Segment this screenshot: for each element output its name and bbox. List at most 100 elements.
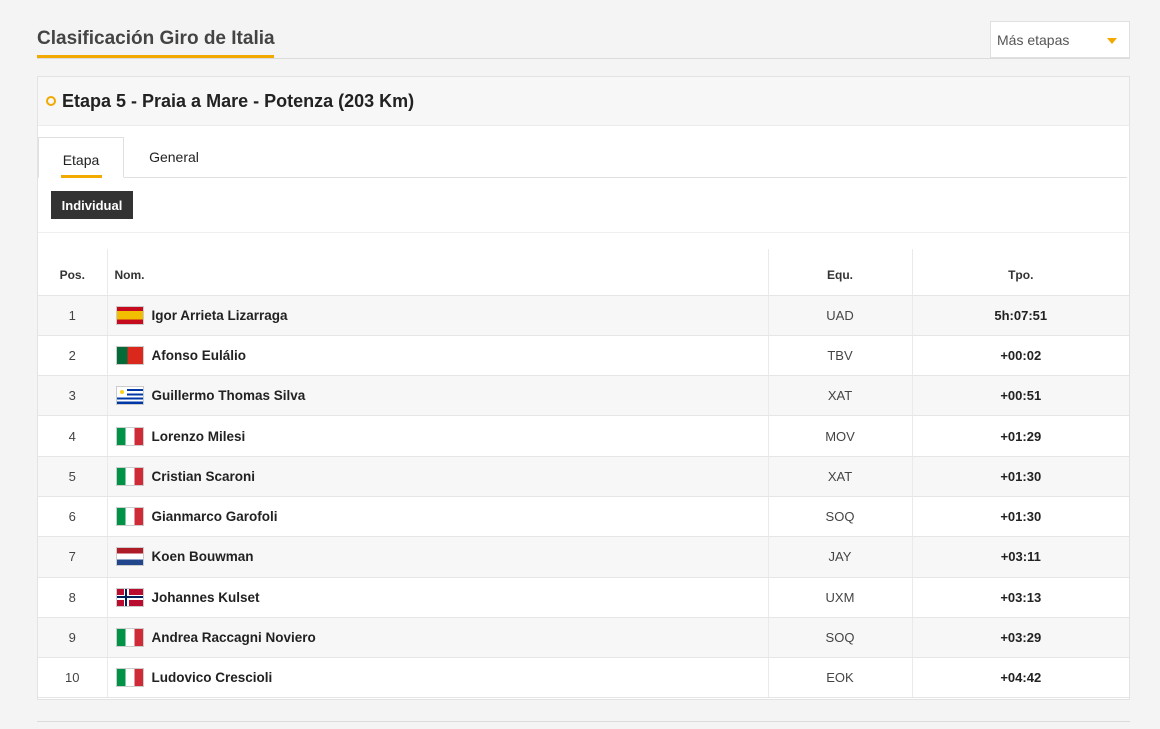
flag-it-icon — [115, 466, 144, 486]
rider-position: 2 — [38, 335, 108, 377]
rider-name[interactable]: Afonso Eulálio — [152, 348, 247, 363]
rider: Igor Arrieta Lizarraga — [115, 305, 768, 325]
rider-name[interactable]: Gianmarco Garofoli — [152, 509, 278, 524]
table-row: 6 Gianmarco Garofoli SOQ +01:30 — [38, 496, 1129, 538]
rider-name[interactable]: Andrea Raccagni Noviero — [152, 630, 316, 645]
rider-name[interactable]: Cristian Scaroni — [152, 469, 256, 484]
rider-position: 1 — [38, 295, 108, 336]
rider-cell: Ludovico Crescioli — [107, 657, 768, 699]
rider-time: +01:29 — [912, 415, 1129, 457]
team-code: SOQ — [767, 617, 913, 659]
table-row: 9 Andrea Raccagni Noviero SOQ +03:29 — [38, 617, 1129, 659]
flag-uy-icon — [115, 386, 144, 406]
chevron-down-icon — [1107, 38, 1117, 44]
individual-button[interactable]: Individual — [51, 191, 133, 219]
flag-it-icon — [115, 507, 144, 527]
rider: Cristian Scaroni — [115, 466, 768, 486]
rider-name[interactable]: Igor Arrieta Lizarraga — [152, 308, 288, 323]
flag-it-icon — [115, 668, 144, 688]
table-row: 3 Guillermo Thomas Silva XAT +00:51 — [38, 375, 1129, 417]
column-header-pos: Pos. — [38, 249, 108, 296]
header-divider — [37, 58, 1130, 59]
team-code: UAD — [767, 295, 913, 336]
rider-cell: Igor Arrieta Lizarraga — [107, 295, 768, 336]
flag-it-icon — [115, 426, 144, 446]
rider-position: 7 — [38, 536, 108, 578]
flag-nl-icon — [115, 547, 144, 567]
stage-select-label: Más etapas — [997, 32, 1070, 48]
rider-position: 4 — [38, 415, 108, 457]
rider-time: +03:11 — [912, 536, 1129, 578]
table-row: 4 Lorenzo Milesi MOV +01:29 — [38, 415, 1129, 457]
tab-general-label: General — [149, 149, 199, 165]
stage-header: Etapa 5 - Praia a Mare - Potenza (203 Km… — [38, 77, 1129, 126]
table-row: 1 Igor Arrieta Lizarraga UAD 5h:07:51 — [38, 295, 1129, 336]
rider-position: 5 — [38, 456, 108, 497]
team-code: EOK — [767, 657, 913, 699]
rider-cell: Cristian Scaroni — [107, 456, 768, 497]
rider-time: +00:51 — [912, 375, 1129, 417]
rider: Guillermo Thomas Silva — [115, 386, 768, 406]
rider-time: +04:42 — [912, 657, 1129, 699]
rider-name[interactable]: Ludovico Crescioli — [152, 670, 273, 685]
rider-cell: Lorenzo Milesi — [107, 415, 768, 457]
rider: Johannes Kulset — [115, 587, 768, 607]
rider-time: +03:13 — [912, 577, 1129, 618]
classification-tabs: Etapa General — [38, 137, 1129, 178]
rider-position: 3 — [38, 375, 108, 417]
flag-no-icon — [115, 587, 144, 607]
column-header-team: Equ. — [767, 249, 913, 296]
circle-icon — [46, 96, 56, 106]
rider-time: +00:02 — [912, 335, 1129, 377]
team-code: UXM — [767, 577, 913, 618]
rider-name[interactable]: Guillermo Thomas Silva — [152, 388, 306, 403]
flag-pt-icon — [115, 345, 144, 365]
table-header-row: Pos. Nom. Equ. Tpo. — [38, 249, 1129, 296]
team-code: XAT — [767, 456, 913, 497]
rider-cell: Andrea Raccagni Noviero — [107, 617, 768, 659]
rider-name[interactable]: Koen Bouwman — [152, 549, 254, 564]
rider: Lorenzo Milesi — [115, 426, 768, 446]
rider-cell: Guillermo Thomas Silva — [107, 375, 768, 417]
table-row: 7 Koen Bouwman JAY +03:11 — [38, 536, 1129, 578]
team-code: MOV — [767, 415, 913, 457]
flag-es-icon — [115, 305, 144, 325]
column-header-time: Tpo. — [912, 249, 1129, 296]
rider-cell: Johannes Kulset — [107, 577, 768, 618]
page-title: Clasificación Giro de Italia — [37, 28, 275, 49]
rider-position: 6 — [38, 496, 108, 538]
classification-panel: Etapa 5 - Praia a Mare - Potenza (203 Km… — [37, 76, 1130, 700]
rider-cell: Koen Bouwman — [107, 536, 768, 578]
active-tab-indicator — [61, 175, 102, 178]
table-row: 8 Johannes Kulset UXM +03:13 — [38, 577, 1129, 618]
team-code: JAY — [767, 536, 913, 578]
stage-title: Etapa 5 - Praia a Mare - Potenza (203 Km… — [62, 91, 415, 111]
footer-divider — [37, 721, 1130, 722]
rider: Koen Bouwman — [115, 547, 768, 567]
stage-select-dropdown[interactable]: Más etapas — [990, 21, 1130, 58]
tab-etapa[interactable]: Etapa — [38, 137, 124, 178]
rider-name[interactable]: Lorenzo Milesi — [152, 429, 246, 444]
results-table: Pos. Nom. Equ. Tpo. 1 Igor Arrieta Lizarr… — [38, 249, 1129, 699]
table-row: 2 Afonso Eulálio TBV +00:02 — [38, 335, 1129, 377]
rider: Ludovico Crescioli — [115, 668, 768, 688]
rider-position: 8 — [38, 577, 108, 618]
table-row: 10 Ludovico Crescioli EOK +04:42 — [38, 657, 1129, 699]
tab-etapa-label: Etapa — [62, 152, 100, 168]
rider: Andrea Raccagni Noviero — [115, 628, 768, 648]
rider-time: +01:30 — [912, 456, 1129, 497]
rider-name[interactable]: Johannes Kulset — [152, 590, 260, 605]
rider-time: +01:30 — [912, 496, 1129, 538]
team-code: SOQ — [767, 496, 913, 538]
flag-it-icon — [115, 628, 144, 648]
column-header-name: Nom. — [107, 249, 768, 296]
team-code: TBV — [767, 335, 913, 377]
tab-general[interactable]: General — [132, 137, 216, 178]
rider: Gianmarco Garofoli — [115, 507, 768, 527]
rider-cell: Afonso Eulálio — [107, 335, 768, 377]
team-code: XAT — [767, 375, 913, 417]
rider-position: 9 — [38, 617, 108, 659]
filter-divider — [38, 232, 1129, 233]
rider-cell: Gianmarco Garofoli — [107, 496, 768, 538]
table-row: 5 Cristian Scaroni XAT +01:30 — [38, 456, 1129, 497]
